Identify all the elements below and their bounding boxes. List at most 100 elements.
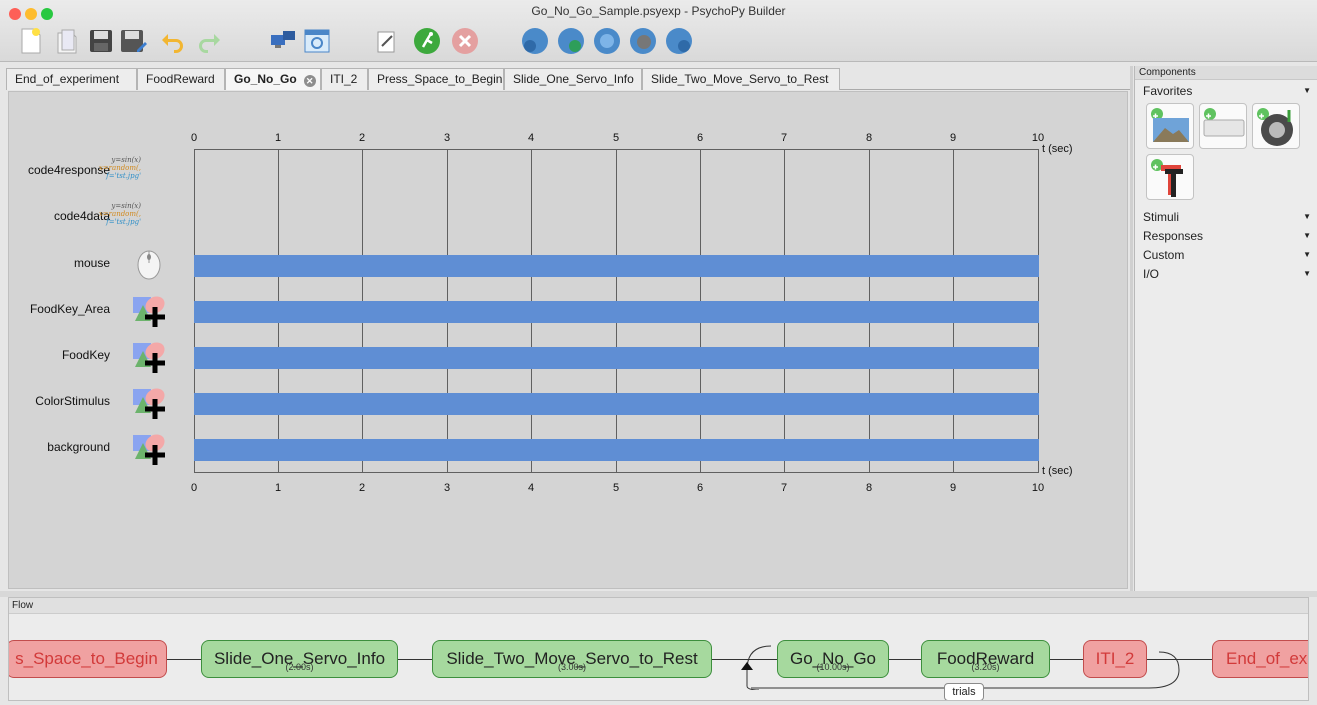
tick-label-top: 0 <box>190 132 198 144</box>
experiment-settings-button[interactable] <box>302 26 332 56</box>
chevron-down-icon: ▼ <box>1303 86 1311 95</box>
tick-label-top: 7 <box>780 132 788 144</box>
components-panel: Components Favorites ▼ Stimuli ▼ Responses… <box>1134 66 1317 591</box>
tab-end-of-experiment[interactable]: End_of_experiment <box>6 68 137 90</box>
tab-slide-one-servo-info[interactable]: Slide_One_Servo_Info <box>504 68 642 90</box>
undo-icon <box>162 34 183 53</box>
category-io[interactable]: I/O ▼ <box>1143 265 1313 283</box>
time-unit-label-top: t (sec) <box>1042 143 1073 155</box>
tick-label-bottom: 3 <box>443 482 451 494</box>
component-bar-colorstimulus[interactable] <box>194 393 1039 415</box>
save-as-button[interactable] <box>118 26 148 56</box>
polygon-icon[interactable] <box>131 385 171 419</box>
keyboard-icon <box>1203 108 1245 137</box>
sound-component-button[interactable] <box>1252 103 1300 149</box>
pavlovia-sync-button[interactable] <box>520 26 550 56</box>
tick-label-bottom: 2 <box>358 482 366 494</box>
routine-tab-bar: End_of_experiment FoodReward Go_No_Go ✕ I… <box>6 68 1130 90</box>
flow-panel[interactable]: Flow trials s_Space_to_Begin Slide_One_S… <box>8 597 1309 701</box>
code-viewer-button[interactable] <box>372 26 402 56</box>
tick-label-top: 2 <box>358 132 366 144</box>
tick-label-bottom: 8 <box>865 482 873 494</box>
tab-press-space-to-begin[interactable]: Press_Space_to_Begin <box>368 68 504 90</box>
flow-routine-slide-one-servo-info[interactable]: Slide_One_Servo_Info (2.00s) <box>201 640 398 678</box>
flow-routine-end-of-experiment[interactable]: End_of_exp <box>1212 640 1308 678</box>
globe-search-icon <box>558 28 584 54</box>
component-label-mouse[interactable]: mouse <box>74 256 110 270</box>
tab-slide-two-move-servo-to-rest[interactable]: Slide_Two_Move_Servo_to_Rest <box>642 68 840 90</box>
polygon-icon[interactable] <box>131 431 171 465</box>
new-file-icon <box>21 28 41 54</box>
tick-label-bottom: 5 <box>612 482 620 494</box>
tick-label-top: 4 <box>527 132 535 144</box>
image-icon <box>1151 108 1189 142</box>
redo-icon <box>199 34 220 53</box>
component-label-colorstimulus[interactable]: ColorStimulus <box>35 394 110 408</box>
chevron-down-icon: ▼ <box>1303 212 1311 221</box>
flow-routine-slide-two-move-servo-to-rest[interactable]: Slide_Two_Move_Servo_to_Rest (3.00s) <box>432 640 712 678</box>
tab-close-icon[interactable]: ✕ <box>303 75 316 87</box>
tick-label-bottom: 6 <box>696 482 704 494</box>
category-favorites[interactable]: Favorites ▼ <box>1143 82 1313 100</box>
component-label-background[interactable]: background <box>47 440 110 454</box>
polygon-icon[interactable] <box>131 293 171 327</box>
run-icon <box>414 28 440 54</box>
component-bar-mouse[interactable] <box>194 255 1039 277</box>
globe-info-icon <box>666 28 692 54</box>
category-stimuli[interactable]: Stimuli ▼ <box>1143 208 1313 226</box>
pavlovia-project-button[interactable] <box>592 26 622 56</box>
text-component-button[interactable] <box>1146 154 1194 200</box>
title-bar: Go_No_Go_Sample.psyexp - PsychoPy Builde… <box>0 0 1317 62</box>
category-responses[interactable]: Responses ▼ <box>1143 227 1313 245</box>
components-panel-header: Components <box>1135 66 1317 80</box>
flow-routine-foodreward[interactable]: FoodReward (3.20s) <box>921 640 1050 678</box>
image-component-button[interactable] <box>1146 103 1194 149</box>
tick-label-top: 1 <box>274 132 282 144</box>
component-label-foodkey[interactable]: FoodKey <box>62 348 110 362</box>
polygon-icon[interactable] <box>131 339 171 373</box>
tick-label-bottom: 1 <box>274 482 282 494</box>
stop-experiment-button[interactable] <box>450 26 480 56</box>
pavlovia-user-button[interactable] <box>628 26 658 56</box>
keyboard-component-button[interactable] <box>1199 103 1247 149</box>
tick-label-top: 3 <box>443 132 451 144</box>
loop-label-trials[interactable]: trials <box>944 683 984 700</box>
new-file-button[interactable] <box>16 26 46 56</box>
tick-label-top: 5 <box>612 132 620 144</box>
category-custom[interactable]: Custom ▼ <box>1143 246 1313 264</box>
flow-panel-header: Flow <box>9 598 1308 614</box>
monitor-center-button[interactable] <box>268 26 298 56</box>
tick-label-bottom: 4 <box>527 482 535 494</box>
component-bar-foodkey[interactable] <box>194 347 1039 369</box>
tab-iti-2[interactable]: ITI_2 <box>321 68 368 90</box>
script-icon <box>377 31 395 53</box>
pavlovia-search-button[interactable] <box>556 26 586 56</box>
code-icon[interactable]: y=sin(x) x=random(, f='tst.jpg' <box>95 202 141 226</box>
monitor-icon <box>271 31 295 48</box>
undo-button[interactable] <box>158 26 188 56</box>
time-unit-label-bottom: t (sec) <box>1042 465 1073 477</box>
component-bar-background[interactable] <box>194 439 1039 461</box>
globe-user-icon <box>630 28 656 54</box>
open-file-button[interactable] <box>52 26 82 56</box>
redo-button[interactable] <box>194 26 224 56</box>
component-bar-foodkey-area[interactable] <box>194 301 1039 323</box>
code-icon[interactable]: y=sin(x) x=random(, f='tst.jpg' <box>95 156 141 180</box>
mouse-icon[interactable] <box>133 247 167 281</box>
psychopy-builder-window: Go_No_Go_Sample.psyexp - PsychoPy Builde… <box>0 0 1317 705</box>
run-experiment-button[interactable] <box>412 26 442 56</box>
sound-icon <box>1257 108 1293 146</box>
chevron-down-icon: ▼ <box>1303 269 1311 278</box>
panel-splitter-vertical[interactable] <box>1130 66 1133 591</box>
save-file-button[interactable] <box>86 26 116 56</box>
tab-go-no-go[interactable]: Go_No_Go ✕ <box>225 68 321 90</box>
flow-routine-iti-2[interactable]: ITI_2 <box>1083 640 1147 678</box>
flow-routine-go-no-go[interactable]: Go_No_Go (10.00s) <box>777 640 889 678</box>
tick-label-bottom: 0 <box>190 482 198 494</box>
pavlovia-info-button[interactable] <box>664 26 694 56</box>
routine-timeline-canvas[interactable]: 0 1 2 3 4 5 6 7 8 9 10 t (sec) 0 1 2 3 4… <box>8 91 1128 589</box>
tab-foodreward[interactable]: FoodReward <box>137 68 225 90</box>
component-label-foodkey-area[interactable]: FoodKey_Area <box>30 302 110 316</box>
open-file-icon <box>57 29 77 54</box>
flow-routine-press-space-to-begin[interactable]: s_Space_to_Begin <box>9 640 167 678</box>
